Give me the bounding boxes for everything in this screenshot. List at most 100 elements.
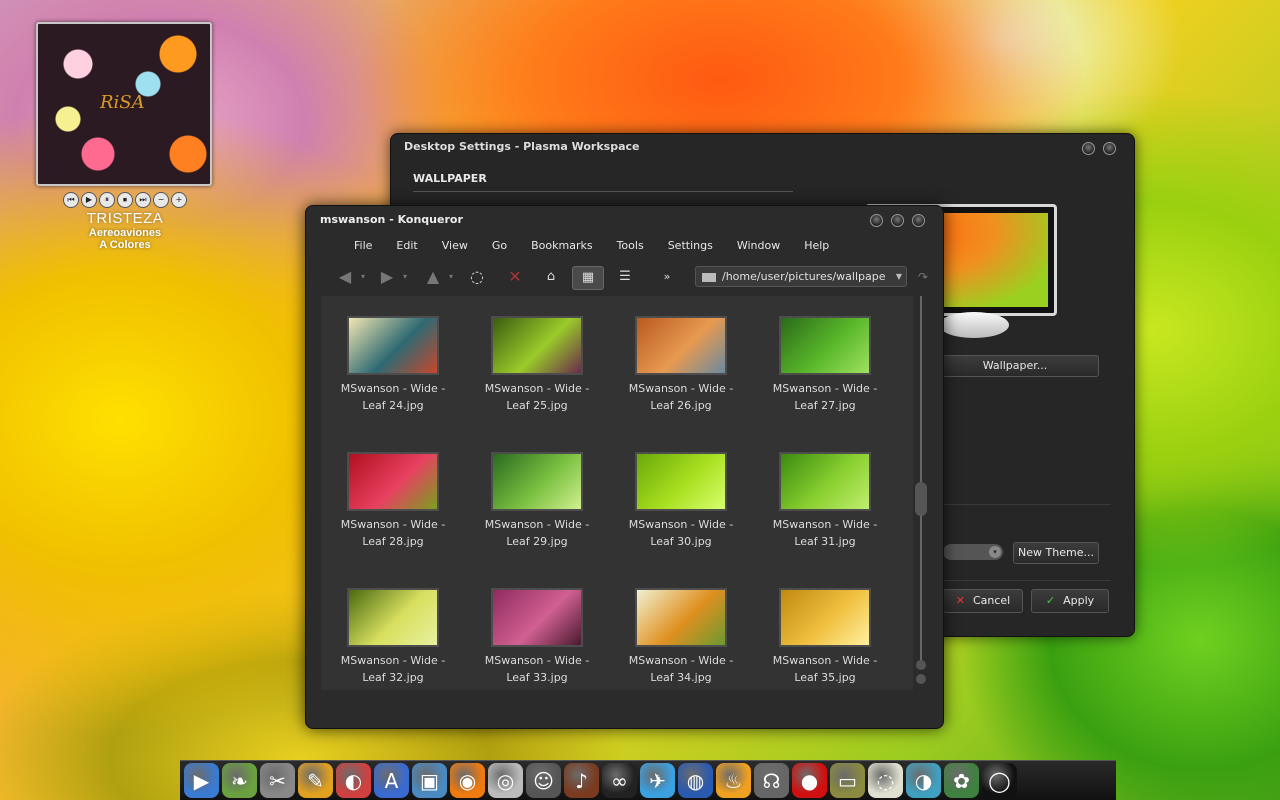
lastfm-icon[interactable]: ∞ xyxy=(602,763,637,798)
globe-icon[interactable]: ◍ xyxy=(678,763,713,798)
theme-combo[interactable]: ▾ xyxy=(943,544,1003,560)
file-item[interactable]: MSwanson - Wide - Leaf 25.jpg xyxy=(465,316,609,414)
menu-bar: File Edit View Go Bookmarks Tools Settin… xyxy=(342,238,841,254)
cancel-button[interactable]: ✕ Cancel xyxy=(943,589,1023,613)
menu-help[interactable]: Help xyxy=(792,238,841,254)
file-name-line1: MSwanson - Wide - xyxy=(772,654,878,667)
menu-file[interactable]: File xyxy=(342,238,384,254)
file-name-line2: Leaf 30.jpg xyxy=(650,535,712,548)
file-item[interactable]: MSwanson - Wide - Leaf 29.jpg xyxy=(465,452,609,550)
menu-bookmarks[interactable]: Bookmarks xyxy=(519,238,604,254)
media-player-icon[interactable]: ▶ xyxy=(184,763,219,798)
play-icon[interactable]: ▶ xyxy=(81,192,97,208)
apply-button[interactable]: ✓ Apply xyxy=(1031,589,1109,613)
maximize-button[interactable] xyxy=(891,214,904,227)
file-thumbnail xyxy=(491,588,583,647)
file-item[interactable]: MSwanson - Wide - Leaf 31.jpg xyxy=(753,452,897,550)
cd-icon[interactable]: ◎ xyxy=(488,763,523,798)
file-thumbnail xyxy=(635,452,727,511)
menu-edit[interactable]: Edit xyxy=(384,238,429,254)
leaf-icon[interactable]: ❧ xyxy=(222,763,257,798)
record-icon[interactable]: ● xyxy=(792,763,827,798)
file-item[interactable]: MSwanson - Wide - Leaf 35.jpg xyxy=(753,588,897,686)
file-name-line1: MSwanson - Wide - xyxy=(484,518,590,531)
file-thumbnail xyxy=(491,452,583,511)
menu-tools[interactable]: Tools xyxy=(605,238,656,254)
file-name: MSwanson - Wide - Leaf 33.jpg xyxy=(465,652,609,686)
close-button[interactable] xyxy=(1103,142,1116,155)
paint-icon[interactable]: ✎ xyxy=(298,763,333,798)
chevron-down-icon[interactable]: ▾ xyxy=(394,266,416,288)
scroll-down-icon[interactable] xyxy=(916,674,926,684)
file-view: MSwanson - Wide - Leaf 24.jpg MSwanson - W… xyxy=(321,296,913,690)
dock: ▶ ❧ ✂ ✎ ◐ A ▣ ◉ ◎ ☺ ♪ ∞ ✈ ◍ ♨ ☊ ● ▭ ◌ ◑ ✿ ◯ xyxy=(180,760,1116,800)
bird-icon[interactable]: ✈ xyxy=(640,763,675,798)
album-cover: RiSA xyxy=(36,22,212,186)
window-buttons xyxy=(870,214,925,227)
file-name-line2: Leaf 28.jpg xyxy=(362,535,424,548)
flower-icon[interactable]: ✿ xyxy=(944,763,979,798)
file-item[interactable]: MSwanson - Wide - Leaf 26.jpg xyxy=(609,316,753,414)
next-icon[interactable]: ⏭ xyxy=(135,192,151,208)
home-icon[interactable]: ⌂ xyxy=(540,266,562,288)
file-item[interactable]: MSwanson - Wide - Leaf 28.jpg xyxy=(321,452,465,550)
guitar-icon[interactable]: ♪ xyxy=(564,763,599,798)
minimize-button[interactable] xyxy=(870,214,883,227)
tux-icon[interactable]: ☺ xyxy=(526,763,561,798)
dish-icon[interactable]: ◌ xyxy=(868,763,903,798)
bowl-icon[interactable]: ◯ xyxy=(982,763,1017,798)
file-item[interactable]: MSwanson - Wide - Leaf 34.jpg xyxy=(609,588,753,686)
file-name-line1: MSwanson - Wide - xyxy=(772,382,878,395)
headphones-icon[interactable]: ☊ xyxy=(754,763,789,798)
chevron-down-icon[interactable]: ▾ xyxy=(352,266,374,288)
monitor-icon[interactable]: ▭ xyxy=(830,763,865,798)
menu-window[interactable]: Window xyxy=(725,238,792,254)
wallpaper-button-label: Wallpaper... xyxy=(982,359,1048,372)
overflow-icon[interactable]: » xyxy=(656,266,678,288)
app-store-icon[interactable]: A xyxy=(374,763,409,798)
file-item[interactable]: MSwanson - Wide - Leaf 27.jpg xyxy=(753,316,897,414)
earth-icon[interactable]: ◑ xyxy=(906,763,941,798)
menu-settings[interactable]: Settings xyxy=(656,238,725,254)
file-item[interactable]: MSwanson - Wide - Leaf 33.jpg xyxy=(465,588,609,686)
file-item[interactable]: MSwanson - Wide - Leaf 24.jpg xyxy=(321,316,465,414)
volume-up-icon[interactable]: + xyxy=(171,192,187,208)
stop-icon[interactable]: ⏹ xyxy=(117,192,133,208)
detail-view-icon[interactable]: ☰ xyxy=(614,266,636,288)
previous-icon[interactable]: ⏮ xyxy=(63,192,79,208)
file-name-line2: Leaf 32.jpg xyxy=(362,671,424,684)
file-name-line1: MSwanson - Wide - xyxy=(772,518,878,531)
flame-icon[interactable]: ♨ xyxy=(716,763,751,798)
wallpaper-button[interactable]: Wallpaper... xyxy=(931,355,1099,377)
new-theme-button[interactable]: New Theme... xyxy=(1013,542,1099,564)
photos-icon[interactable]: ▣ xyxy=(412,763,447,798)
location-bar[interactable]: /home/user/pictures/wallpape ▼ xyxy=(695,266,907,287)
rss-icon[interactable]: ◉ xyxy=(450,763,485,798)
vertical-scrollbar[interactable] xyxy=(913,296,929,690)
cancel-label: Cancel xyxy=(972,594,1011,607)
icon-view-icon[interactable]: ▦ xyxy=(572,266,604,290)
file-item[interactable]: MSwanson - Wide - Leaf 32.jpg xyxy=(321,588,465,686)
chevron-down-icon[interactable]: ▼ xyxy=(896,267,902,286)
palette-icon[interactable]: ◐ xyxy=(336,763,371,798)
go-icon[interactable]: ↷ xyxy=(912,266,934,288)
tools-icon[interactable]: ✂ xyxy=(260,763,295,798)
scroll-up-icon[interactable] xyxy=(916,660,926,670)
track-album: A Colores xyxy=(99,239,151,251)
pause-icon[interactable]: ⏸ xyxy=(99,192,115,208)
chevron-down-icon[interactable]: ▾ xyxy=(440,266,462,288)
file-item[interactable]: MSwanson - Wide - Leaf 30.jpg xyxy=(609,452,753,550)
stop-icon[interactable]: ✕ xyxy=(504,266,526,288)
reload-icon[interactable]: ◌ xyxy=(466,266,488,288)
file-name-line1: MSwanson - Wide - xyxy=(484,654,590,667)
menu-view[interactable]: View xyxy=(430,238,480,254)
volume-down-icon[interactable]: − xyxy=(153,192,169,208)
close-button[interactable] xyxy=(912,214,925,227)
divider xyxy=(943,504,1111,505)
window-title: Desktop Settings - Plasma Workspace xyxy=(404,140,640,153)
file-name-line2: Leaf 31.jpg xyxy=(794,535,856,548)
minimize-button[interactable] xyxy=(1082,142,1095,155)
menu-go[interactable]: Go xyxy=(480,238,519,254)
file-thumbnail xyxy=(779,316,871,375)
scrollbar-thumb[interactable] xyxy=(915,482,927,516)
